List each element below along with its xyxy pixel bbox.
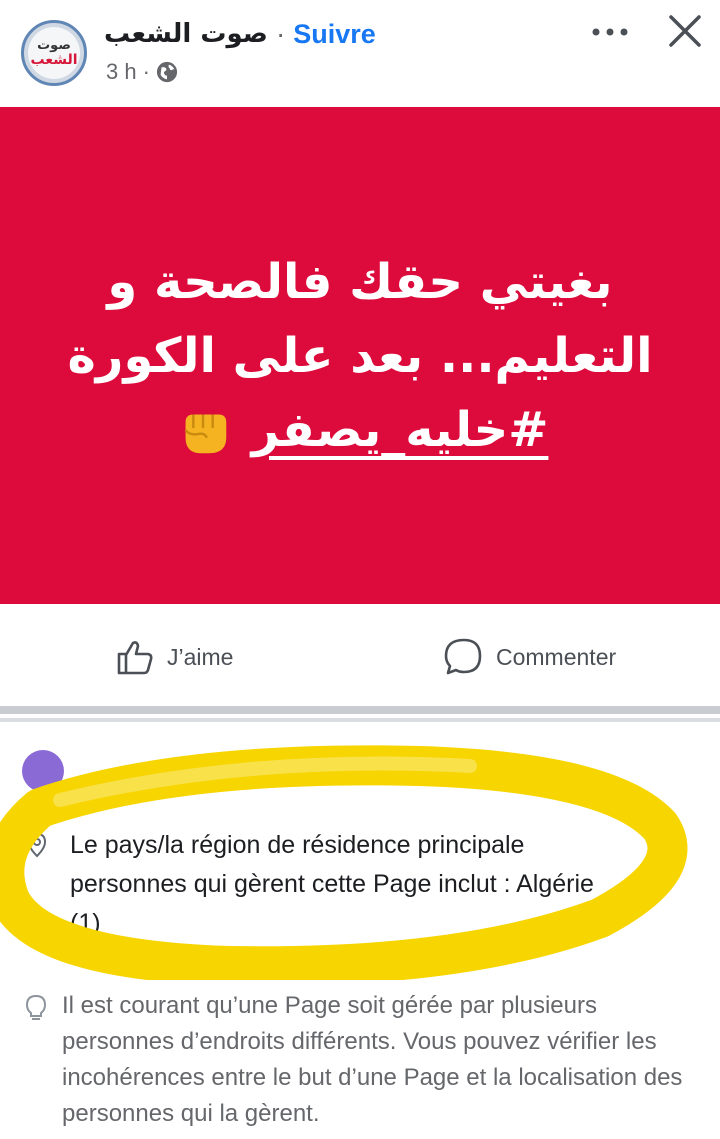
hashtag[interactable]: #خليه_يصفر — [252, 393, 549, 467]
comment-button[interactable]: Commenter — [444, 635, 616, 679]
post-meta: 3 h · — [106, 58, 178, 86]
raised-fist-icon — [184, 414, 226, 453]
avatar-text-line2: الشعب — [30, 52, 78, 68]
like-button[interactable]: J’aime — [115, 635, 233, 679]
section-divider — [0, 706, 720, 714]
avatar-logo: صوت الشعب — [28, 27, 80, 79]
action-bar: J’aime Commenter — [0, 605, 720, 705]
like-icon — [117, 641, 153, 675]
post-text-line2: التعليم... بعد على الكورة — [67, 327, 653, 384]
title-row: صوت الشعب · Suivre — [104, 14, 376, 54]
page-avatar[interactable]: صوت الشعب — [21, 20, 87, 86]
time-separator: · — [142, 59, 150, 84]
post-time[interactable]: 3 h — [106, 59, 137, 85]
residence-text: Le pays/la région de résidence principal… — [70, 831, 594, 937]
title-separator: · — [275, 18, 286, 49]
page-name[interactable]: صوت الشعب — [104, 19, 268, 49]
location-pin-icon — [27, 832, 47, 858]
comment-label: Commenter — [496, 643, 617, 670]
info-text: Il est courant qu’une Page soit gérée pa… — [62, 992, 683, 1127]
post-image[interactable]: بغيتي حقك فالصحة و التعليم... بعد على ال… — [0, 107, 720, 604]
follow-button[interactable]: Suivre — [293, 19, 376, 50]
globe-icon — [156, 61, 178, 83]
page-transparency-section: Le pays/la région de résidence principal… — [0, 722, 720, 1139]
comment-icon — [444, 638, 482, 675]
residence-info: Le pays/la région de résidence principal… — [24, 826, 704, 943]
hashtag-line: #خليه_يصفر — [172, 393, 549, 467]
like-label: J’aime — [167, 643, 234, 670]
post-text-line1: بغيتي حقك فالصحة و — [107, 253, 613, 310]
lightbulb-icon — [25, 994, 47, 1020]
avatar-text-line1: صوت — [37, 38, 71, 53]
post-header: صوت الشعب صوت الشعب · Suivre 3 h · — [0, 0, 720, 106]
user-avatar — [22, 750, 64, 792]
info-note: Il est courant qu’une Page soit gérée pa… — [24, 988, 704, 1132]
close-icon[interactable] — [668, 14, 702, 48]
more-options-icon[interactable] — [590, 22, 630, 42]
